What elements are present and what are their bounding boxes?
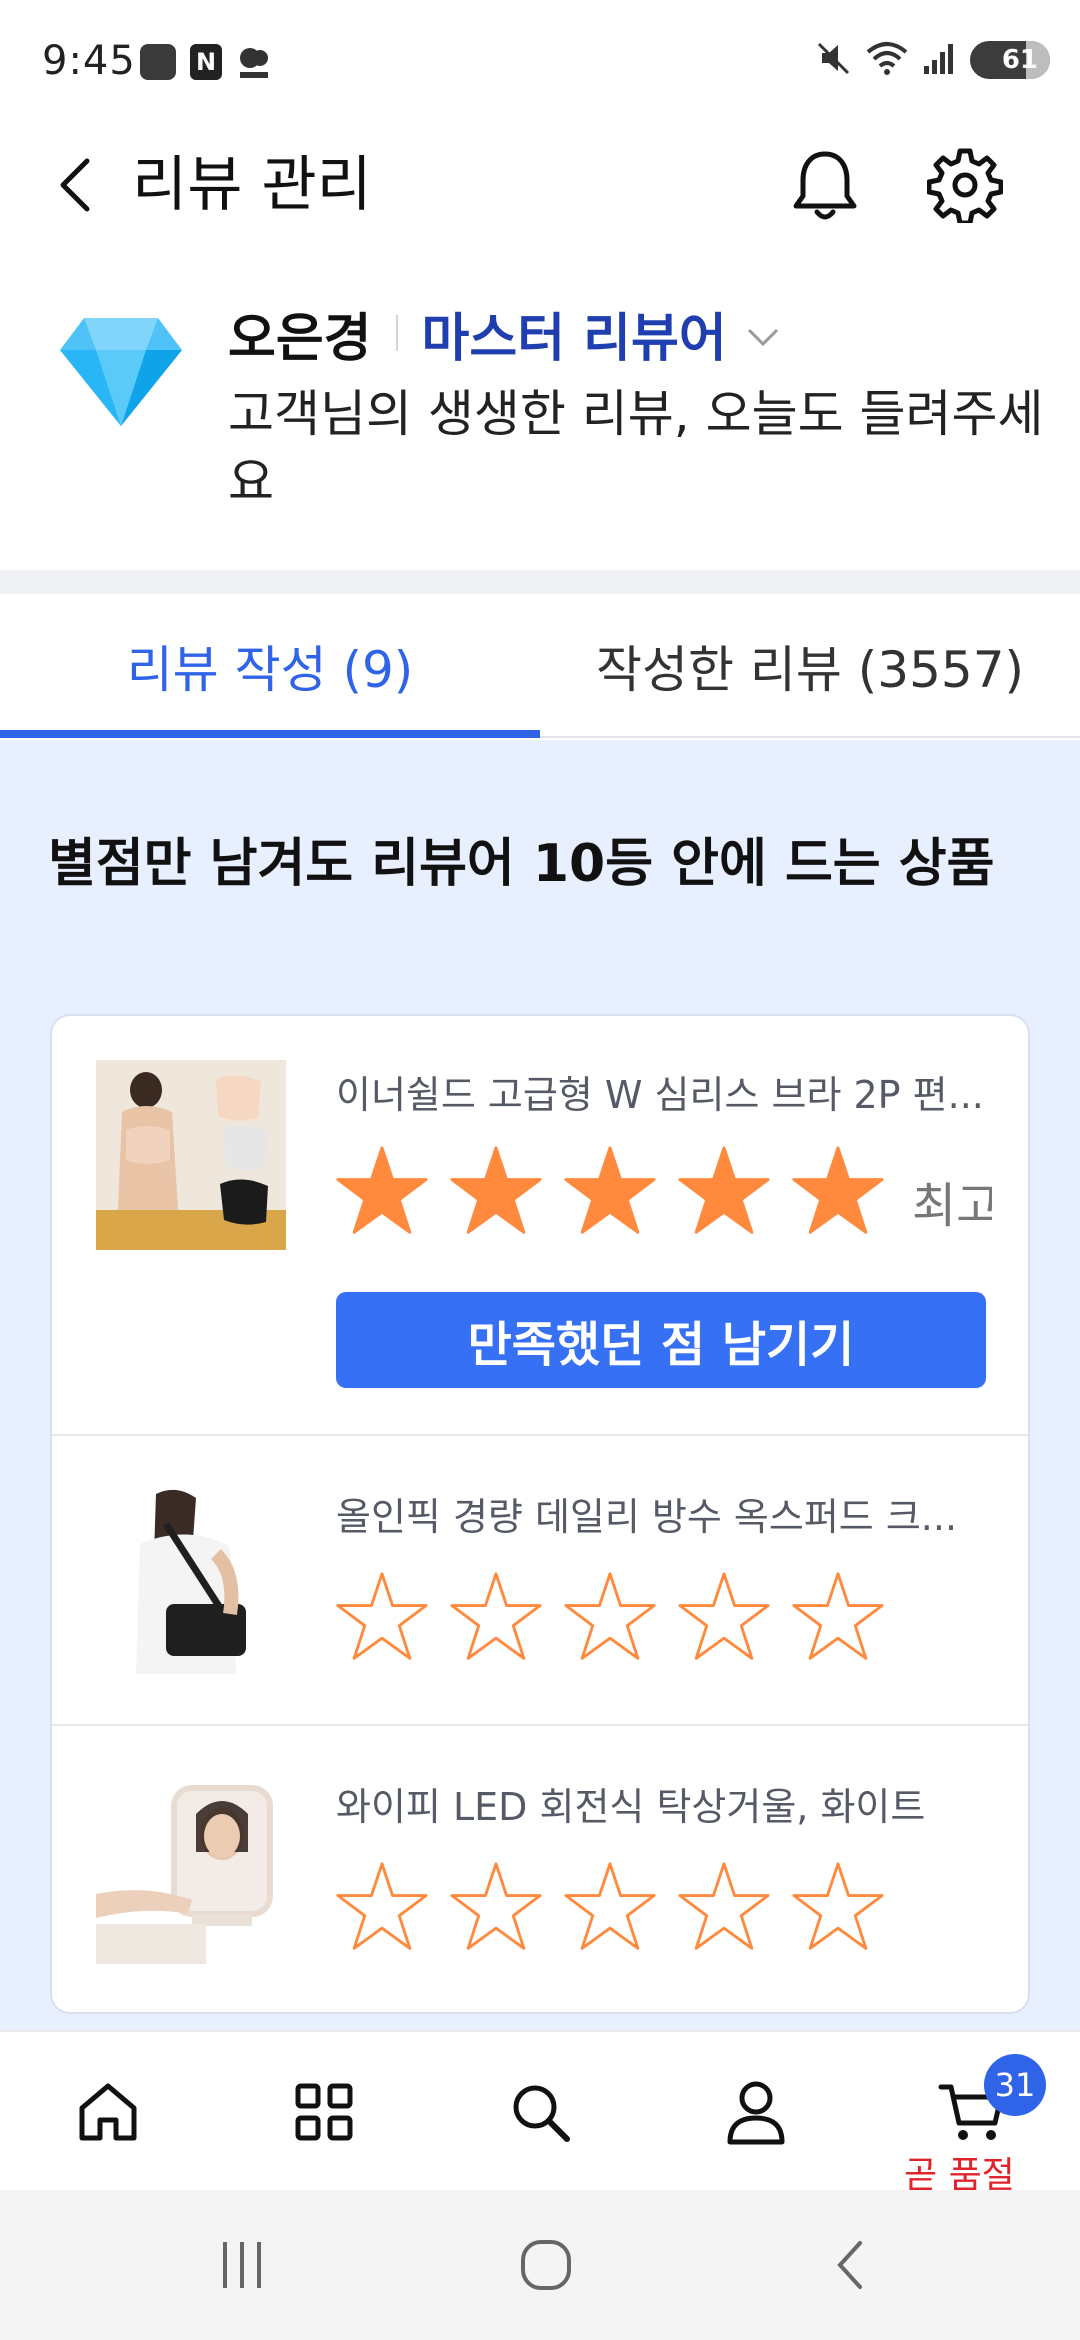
settings-button[interactable]	[920, 140, 1010, 230]
reviewer-grade: 마스터 리뷰어	[421, 308, 727, 369]
star-icon-5[interactable]	[790, 1144, 886, 1240]
reviewer-profile: 오은경 마스터 리뷰어 고객님의 생생한 리뷰, 오늘도 들려주세요	[0, 280, 1080, 570]
profile-message: 고객님의 생생한 리뷰, 오늘도 들려주세요	[228, 385, 1044, 511]
tab-write-review[interactable]: 리뷰 작성 (9)	[0, 594, 540, 738]
star-outline-icon-2[interactable]	[448, 1860, 544, 1956]
nav-home[interactable]	[0, 2032, 216, 2192]
rating-label: 최고	[912, 1178, 992, 1234]
battery-indicator: 61	[970, 41, 1050, 79]
list-item: 와이피 LED 회전식 탁상거울, 화이트	[52, 1726, 1028, 2012]
review-management-screen: 9:45 N 61 리뷰 관리 오은경 마스터 리뷰어 고객님의 생생한 리뷰,…	[0, 0, 1080, 2340]
gear-icon	[927, 148, 1003, 223]
mute-icon	[814, 38, 854, 82]
product-review-card: 이너쉴드 고급형 W 심리스 브라 2P 편... 최고 만족했던 점 남기기	[50, 1014, 1030, 2014]
star-icon-1[interactable]	[334, 1144, 430, 1240]
recent-apps-icon	[223, 2242, 261, 2288]
name-divider	[395, 315, 398, 351]
list-item: 이너쉴드 고급형 W 심리스 브라 2P 편... 최고 만족했던 점 남기기	[52, 1016, 1028, 1436]
product-name[interactable]: 이너쉴드 고급형 W 심리스 브라 2P 편...	[336, 1064, 986, 1119]
star-icon-3[interactable]	[562, 1144, 658, 1240]
star-rating	[334, 1144, 886, 1240]
star-outline-icon-4[interactable]	[676, 1860, 772, 1956]
star-outline-icon-5[interactable]	[790, 1570, 886, 1666]
my-page-icon	[727, 2081, 785, 2145]
wifi-icon	[864, 38, 910, 82]
tab-written-reviews[interactable]: 작성한 리뷰 (3557)	[540, 594, 1080, 738]
back-system-button[interactable]	[800, 2230, 900, 2300]
chevron-down-icon	[747, 328, 778, 347]
star-outline-icon-5[interactable]	[790, 1860, 886, 1956]
back-button[interactable]	[40, 150, 110, 220]
review-content: 별점만 남겨도 리뷰어 10등 안에 드는 상품 이너쉴드 고급형 W 심리스 …	[0, 740, 1080, 2030]
search-icon	[513, 2085, 570, 2142]
product-thumbnail-bra[interactable]	[96, 1060, 286, 1250]
star-rating	[334, 1570, 886, 1666]
status-indicators: 61	[814, 40, 1050, 80]
bottom-navigation: 31 곧 품절	[0, 2030, 1080, 2196]
naver-icon: N	[190, 44, 222, 80]
notification-button[interactable]	[780, 140, 870, 230]
home-circle-icon	[521, 2240, 571, 2290]
category-grid-icon	[295, 2083, 353, 2141]
nav-category[interactable]	[216, 2032, 432, 2192]
bell-icon	[793, 151, 857, 220]
leave-satisfaction-button[interactable]: 만족했던 점 남기기	[336, 1292, 986, 1388]
star-icon-2[interactable]	[448, 1144, 544, 1240]
home-icon	[79, 2083, 137, 2141]
review-tabs: 리뷰 작성 (9) 작성한 리뷰 (3557)	[0, 594, 1080, 738]
cart-count-badge: 31	[984, 2054, 1046, 2116]
nav-my-page[interactable]	[648, 2032, 864, 2192]
product-name[interactable]: 와이피 LED 회전식 탁상거울, 화이트	[336, 1776, 986, 1831]
product-thumbnail-mirror[interactable]	[96, 1774, 286, 1964]
back-arrow-icon	[837, 2241, 862, 2289]
system-navigation-bar	[0, 2190, 1080, 2340]
list-item: 올인픽 경량 데일리 방수 옥스퍼드 크...	[52, 1436, 1028, 1726]
active-tab-indicator	[0, 730, 540, 738]
star-outline-icon-1[interactable]	[334, 1860, 430, 1956]
section-divider	[0, 570, 1080, 594]
nav-search[interactable]	[432, 2032, 648, 2192]
home-system-button[interactable]	[496, 2230, 596, 2300]
product-thumbnail-crossbag[interactable]	[96, 1484, 286, 1674]
star-outline-icon-3[interactable]	[562, 1860, 658, 1956]
product-name[interactable]: 올인픽 경량 데일리 방수 옥스퍼드 크...	[336, 1486, 986, 1541]
recent-apps-button[interactable]	[192, 2230, 292, 2300]
won-icon	[236, 44, 272, 80]
nav-cart[interactable]: 31 곧 품절	[864, 2032, 1080, 2196]
status-bar: 9:45 N 61	[0, 0, 1080, 130]
app-header: 리뷰 관리	[0, 130, 1080, 240]
samsung-card-lounge-icon	[140, 44, 176, 80]
star-icon-4[interactable]	[676, 1144, 772, 1240]
star-rating	[334, 1860, 886, 1956]
star-outline-icon-2[interactable]	[448, 1570, 544, 1666]
star-outline-icon-4[interactable]	[676, 1570, 772, 1666]
chevron-left-icon	[60, 158, 90, 212]
profile-name-row[interactable]: 오은경 마스터 리뷰어	[228, 298, 781, 369]
signal-icon	[920, 38, 960, 82]
star-outline-icon-1[interactable]	[334, 1570, 430, 1666]
diamond-grade-icon	[60, 318, 182, 426]
user-name: 오은경	[228, 308, 372, 369]
star-outline-icon-3[interactable]	[562, 1570, 658, 1666]
page-title: 리뷰 관리	[132, 150, 372, 220]
section-title: 별점만 남겨도 리뷰어 10등 안에 드는 상품	[48, 834, 995, 894]
status-time: 9:45	[42, 38, 136, 84]
